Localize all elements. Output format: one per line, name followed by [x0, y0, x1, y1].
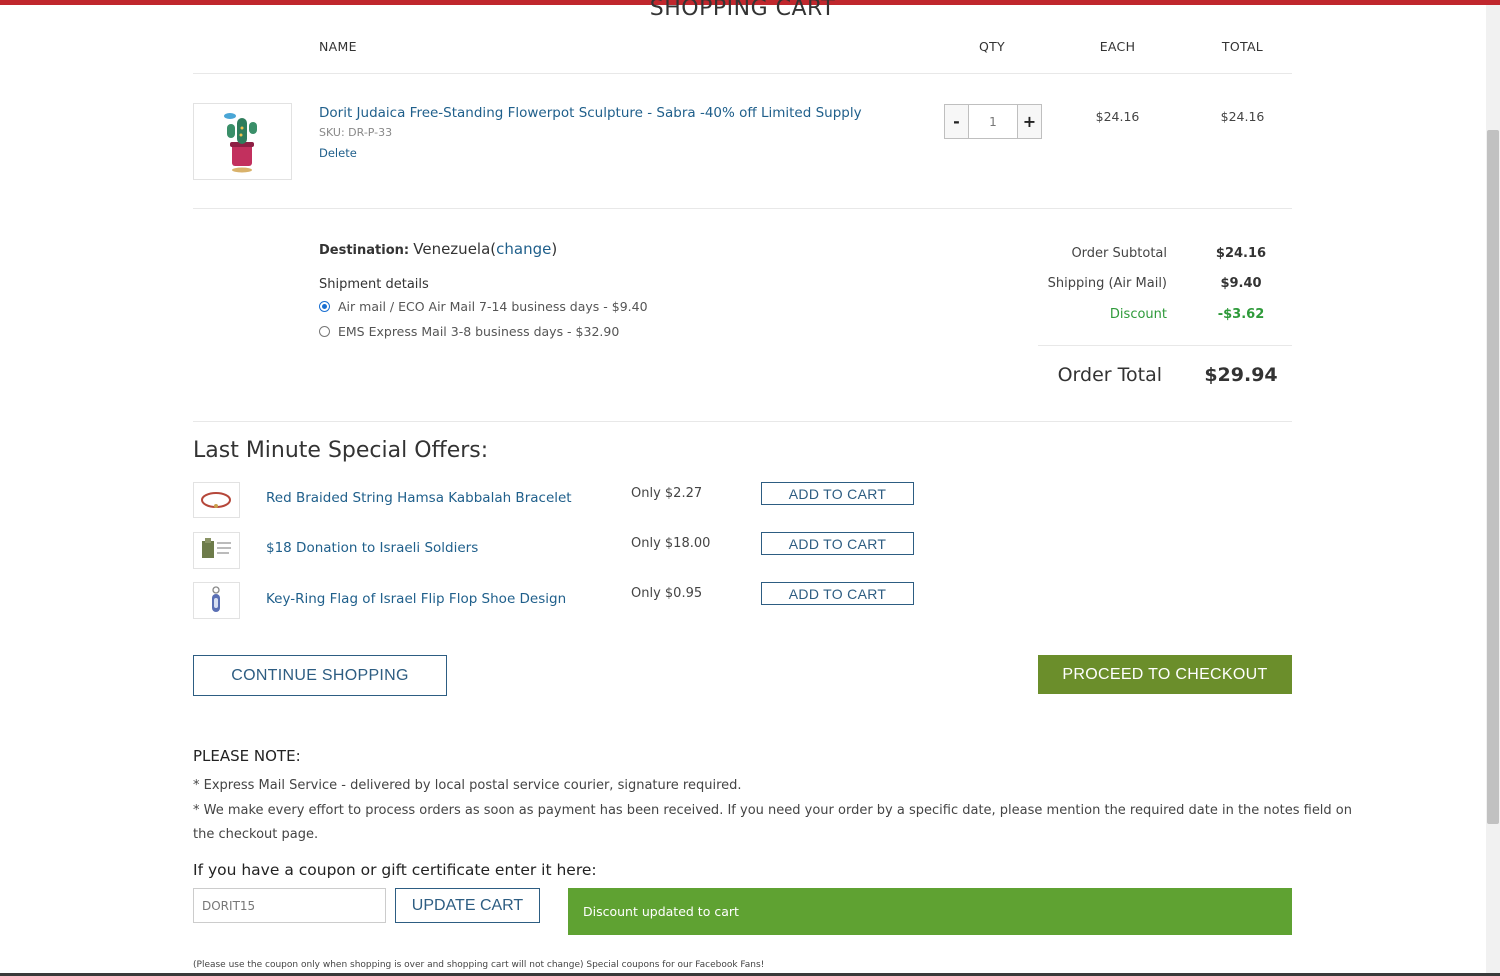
offer-thumbnail[interactable] — [193, 582, 240, 619]
offer-name-link[interactable]: $18 Donation to Israeli Soldiers — [266, 540, 478, 556]
quantity-stepper: - + — [944, 104, 1042, 139]
shipping-cost-label: Shipping (Air Mail) — [1047, 276, 1167, 291]
update-cart-button[interactable]: UPDATE CART — [395, 888, 540, 923]
shipping-option-ems-label[interactable]: EMS Express Mail 3-8 business days - $32… — [338, 324, 619, 339]
order-total-value: $29.94 — [1204, 364, 1278, 386]
coupon-heading: If you have a coupon or gift certificate… — [193, 861, 597, 879]
offer-add-to-cart-button[interactable]: ADD TO CART — [761, 532, 914, 555]
qty-increase-button[interactable]: + — [1017, 105, 1041, 138]
divider — [1038, 345, 1292, 346]
destination-value: Venezuela — [413, 240, 491, 258]
destination-row: Destination: Venezuela(change) — [319, 240, 557, 258]
divider — [193, 73, 1292, 74]
offer-thumbnail[interactable] — [193, 532, 240, 569]
special-offers-heading: Last Minute Special Offers: — [193, 438, 489, 463]
divider — [193, 208, 1292, 209]
continue-shopping-button[interactable]: CONTINUE SHOPPING — [193, 655, 447, 696]
keyring-icon — [212, 586, 220, 612]
offer-thumbnail[interactable] — [193, 482, 240, 518]
offer-price: Only $18.00 — [631, 536, 711, 551]
please-note-heading: PLEASE NOTE: — [193, 747, 301, 765]
shipment-details-label: Shipment details — [319, 277, 429, 292]
cactus-sculpture-icon — [224, 113, 257, 173]
shipping-option-airmail-radio[interactable] — [319, 301, 330, 312]
shipping-cost-value: $9.40 — [1220, 276, 1262, 291]
offer-name-link[interactable]: Key-Ring Flag of Israel Flip Flop Shoe D… — [266, 591, 566, 607]
delete-item-link[interactable]: Delete — [319, 146, 357, 160]
shipping-option-airmail-label[interactable]: Air mail / ECO Air Mail 7-14 business da… — [338, 299, 648, 314]
cart-item-each-price: $24.16 — [1095, 109, 1140, 124]
offer-add-to-cart-button[interactable]: ADD TO CART — [761, 582, 914, 605]
donation-icon — [202, 538, 231, 558]
column-header-total: TOTAL — [1221, 39, 1264, 54]
offer-price: Only $2.27 — [631, 486, 703, 501]
cart-item-name-link[interactable]: Dorit Judaica Free-Standing Flowerpot Sc… — [319, 105, 862, 121]
offer-add-to-cart-button[interactable]: ADD TO CART — [761, 482, 914, 505]
offer-name-link[interactable]: Red Braided String Hamsa Kabbalah Bracel… — [266, 490, 572, 506]
divider — [193, 421, 1292, 422]
order-total-label: Order Total — [1057, 364, 1162, 386]
order-subtotal-label: Order Subtotal — [1071, 246, 1167, 261]
bracelet-icon — [201, 492, 231, 508]
coupon-code-input[interactable] — [193, 888, 386, 923]
discount-value: -$3.62 — [1217, 307, 1265, 322]
order-subtotal-value: $24.16 — [1215, 246, 1267, 261]
paren-close: ) — [551, 240, 558, 258]
column-header-each: EACH — [1099, 39, 1136, 54]
offer-price: Only $0.95 — [631, 586, 703, 601]
note-line-processing: * We make every effort to process orders… — [193, 803, 1352, 818]
coupon-footnote: (Please use the coupon only when shoppin… — [193, 960, 765, 970]
proceed-to-checkout-button[interactable]: PROCEED TO CHECKOUT — [1038, 655, 1292, 694]
cart-item-total-price: $24.16 — [1220, 109, 1265, 124]
shipping-option-ems-radio[interactable] — [319, 326, 330, 337]
column-header-qty: QTY — [978, 39, 1005, 54]
note-line-processing-cont: the checkout page. — [193, 827, 319, 842]
change-destination-link[interactable]: change — [496, 240, 551, 258]
qty-decrease-button[interactable]: - — [945, 105, 969, 138]
page-title: SHOPPING CART — [649, 0, 836, 21]
product-thumbnail[interactable] — [193, 103, 292, 180]
discount-label: Discount — [1109, 307, 1167, 322]
scrollbar-thumb[interactable] — [1487, 130, 1499, 824]
qty-input[interactable] — [969, 105, 1017, 138]
note-line-express: * Express Mail Service - delivered by lo… — [193, 778, 742, 793]
column-header-name: NAME — [319, 39, 357, 54]
discount-updated-alert: Discount updated to cart — [568, 888, 1292, 935]
cart-item-sku: SKU: DR-P-33 — [319, 126, 393, 139]
destination-label: Destination: — [319, 243, 410, 258]
